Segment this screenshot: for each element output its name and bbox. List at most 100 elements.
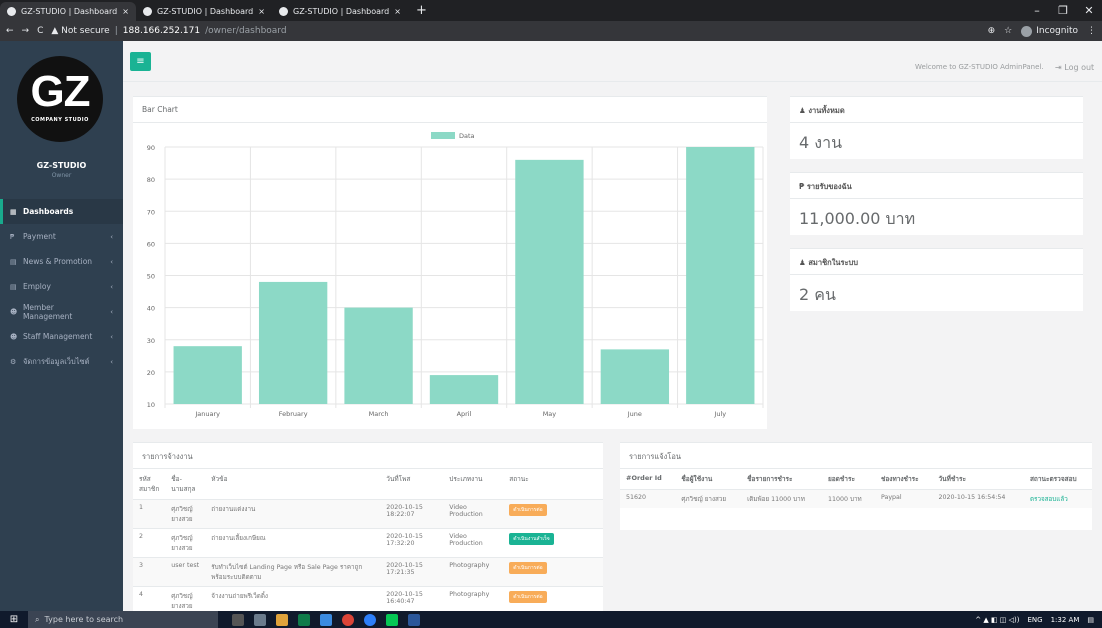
bar — [344, 307, 413, 404]
legend-label: Data — [459, 132, 475, 140]
table-row[interactable]: 51620 ศุภวิชญ์ ยางสวย เติมพ้อย 11000 บาท… — [620, 489, 1092, 508]
news-icon: ▤ — [10, 257, 17, 266]
system-tray: ^ ▲ ◧ ◫ ◁)) ENG 1:32 AM ▤ — [975, 616, 1102, 624]
payments-panel: รายการแจ้งโอน #Order Id ชื่อผู้ใช้งาน ชื… — [620, 442, 1092, 530]
chevron-left-icon: ‹ — [110, 357, 113, 366]
y-tick-label: 50 — [147, 273, 155, 281]
table-header-row: รหัสสมาชิก ชื่อ-นามสกุล หัวข้อ วันที่โพส… — [133, 469, 603, 500]
profile-role: Owner — [51, 172, 72, 179]
table-row[interactable]: 2 ศุภวิชญ์ ยางสวย ถ่ายงานเลี้ยงเกษียณ 20… — [133, 528, 603, 558]
browser-tab-1[interactable]: GZ-STUDIO | Dashboard × — [0, 2, 136, 21]
column-header: วันที่ชำระ — [938, 475, 966, 483]
stat-card-jobs: ♟ งานทั้งหมด 4 งาน — [790, 96, 1083, 159]
sidebar-item-news[interactable]: ▤ News & Promotion ‹ — [0, 249, 123, 274]
not-secure-indicator[interactable]: ▲ Not secure — [51, 26, 109, 36]
search-icon: ⌕ — [35, 614, 40, 624]
back-icon[interactable]: ← — [6, 26, 14, 36]
close-window-button[interactable]: ✕ — [1076, 4, 1102, 17]
tab-close-icon[interactable]: × — [394, 7, 401, 16]
chrome-icon[interactable] — [342, 613, 354, 626]
url-host: 188.166.252.171 — [122, 26, 201, 36]
table-header-row: #Order Id ชื่อผู้ใช้งาน ชื่อรายการชำระ ย… — [620, 469, 1092, 490]
menu-toggle-button[interactable]: ≡ — [130, 52, 151, 71]
column-header: สถานะตรวจสอบ — [1029, 475, 1077, 483]
stat-value: 4 งาน — [799, 133, 842, 152]
sidebar-item-member-management[interactable]: ☻ Member Management ‹ — [0, 299, 123, 324]
zoom-icon[interactable]: ⊕ — [988, 26, 996, 36]
app-icon[interactable] — [254, 613, 266, 626]
table-row[interactable]: 1 ศุภวิชญ์ ยางสวย ถ่ายงานแต่งงาน 2020-10… — [133, 499, 603, 529]
browser-tab-3[interactable]: GZ-STUDIO | Dashboard × — [272, 2, 408, 21]
browser-tab-2[interactable]: GZ-STUDIO | Dashboard × — [136, 2, 272, 21]
language-indicator[interactable]: ENG — [1028, 616, 1043, 624]
sidebar-nav: ▦ Dashboards ₱ Payment ‹ ▤ News & Promot… — [0, 199, 123, 374]
chevron-left-icon: ‹ — [110, 307, 113, 316]
notification-icon[interactable]: ▤ — [1087, 616, 1094, 624]
word-icon[interactable] — [408, 613, 420, 626]
tray-icons[interactable]: ^ ▲ ◧ ◫ ◁)) — [975, 616, 1019, 624]
jobs-panel-title: รายการจ้างงาน — [133, 443, 603, 469]
new-tab-button[interactable]: + — [408, 2, 435, 21]
minimize-button[interactable]: – — [1024, 4, 1050, 17]
company-logo: GZ COMPANY STUDIO — [17, 56, 103, 142]
messenger-icon[interactable] — [364, 613, 376, 626]
bookmark-star-icon[interactable]: ☆ — [1004, 26, 1012, 36]
bar — [429, 375, 499, 404]
column-header: ชื่อผู้ใช้งาน — [681, 475, 713, 483]
bar — [173, 346, 242, 404]
logout-link[interactable]: ⇥ Log out — [1055, 63, 1094, 72]
chevron-left-icon: ‹ — [110, 282, 113, 291]
x-tick-label: June — [627, 410, 642, 418]
sidebar-item-website-settings[interactable]: ⚙ จัดการข้อมูลเว็บไซต์ ‹ — [0, 349, 123, 374]
sidebar-item-dashboards[interactable]: ▦ Dashboards — [0, 199, 123, 224]
column-header: ช่องทางชำระ — [880, 475, 919, 483]
incognito-icon — [1021, 25, 1033, 37]
task-view-icon[interactable] — [232, 613, 244, 626]
favicon-icon — [143, 7, 152, 16]
maximize-button[interactable]: ❐ — [1050, 4, 1076, 17]
tab-close-icon[interactable]: × — [258, 7, 265, 16]
incognito-badge[interactable]: Incognito — [1021, 25, 1078, 37]
line-icon[interactable] — [386, 613, 398, 626]
file-explorer-icon[interactable] — [276, 613, 288, 626]
reload-icon[interactable]: C — [37, 26, 43, 36]
chevron-left-icon: ‹ — [110, 232, 113, 241]
tab-close-icon[interactable]: × — [122, 7, 129, 16]
stat-card-members: ♟ สมาชิกในระบบ 2 คน — [790, 248, 1083, 311]
excel-icon[interactable] — [298, 613, 310, 626]
x-tick-label: January — [194, 410, 220, 418]
employ-icon: ▤ — [10, 282, 17, 291]
bar — [600, 349, 670, 404]
stat-title: ♟ สมาชิกในระบบ — [790, 249, 1083, 275]
app-icon[interactable] — [320, 613, 332, 626]
bar — [686, 147, 755, 404]
table-row[interactable]: 4 ศุภวิชญ์ ยางสวย จ้างงานถ่ายพรีเว็ดดิ้ง… — [133, 586, 603, 611]
address-bar[interactable]: ▲ Not secure | 188.166.252.171/owner/das… — [51, 26, 979, 36]
sidebar-item-staff-management[interactable]: ☻ Staff Management ‹ — [0, 324, 123, 349]
browser-tab-strip: GZ-STUDIO | Dashboard × GZ-STUDIO | Dash… — [0, 0, 1102, 21]
chevron-left-icon: ‹ — [110, 332, 113, 341]
taskbar-search[interactable]: ⌕ Type here to search — [28, 611, 218, 628]
stat-value: 2 คน — [799, 285, 836, 304]
bar-chart-panel: Bar Chart 10 20 30 40 50 60 70 80 90 January Febru… — [133, 96, 767, 429]
windows-start-icon[interactable]: ⊞ — [0, 614, 28, 625]
forward-icon[interactable]: → — [22, 26, 30, 36]
bar — [515, 159, 584, 404]
column-header: รหัสสมาชิก — [139, 475, 160, 493]
url-separator: | — [114, 26, 118, 36]
address-bar-row: ← → C ▲ Not secure | 188.166.252.171/own… — [0, 21, 1102, 41]
bar — [258, 281, 328, 404]
column-header: สถานะ — [509, 475, 529, 483]
sidebar-item-employ[interactable]: ▤ Employ ‹ — [0, 274, 123, 299]
taskbar-clock[interactable]: 1:32 AM — [1051, 616, 1080, 624]
payments-panel-title: รายการแจ้งโอน — [620, 443, 1092, 469]
browser-menu-icon[interactable]: ⋮ — [1087, 26, 1096, 36]
sidebar-item-payment[interactable]: ₱ Payment ‹ — [0, 224, 123, 249]
payments-table: #Order Id ชื่อผู้ใช้งาน ชื่อรายการชำระ ย… — [620, 469, 1092, 508]
y-tick-label: 70 — [147, 208, 155, 216]
table-row[interactable]: 3 user test รับทำเว็บไซต์ Landing Page ห… — [133, 557, 603, 587]
x-tick-label: March — [369, 410, 389, 418]
y-tick-label: 90 — [147, 144, 155, 152]
stat-value: 11,000.00 บาท — [799, 209, 916, 228]
verified-status: ตรวจสอบแล้ว — [1023, 489, 1092, 508]
